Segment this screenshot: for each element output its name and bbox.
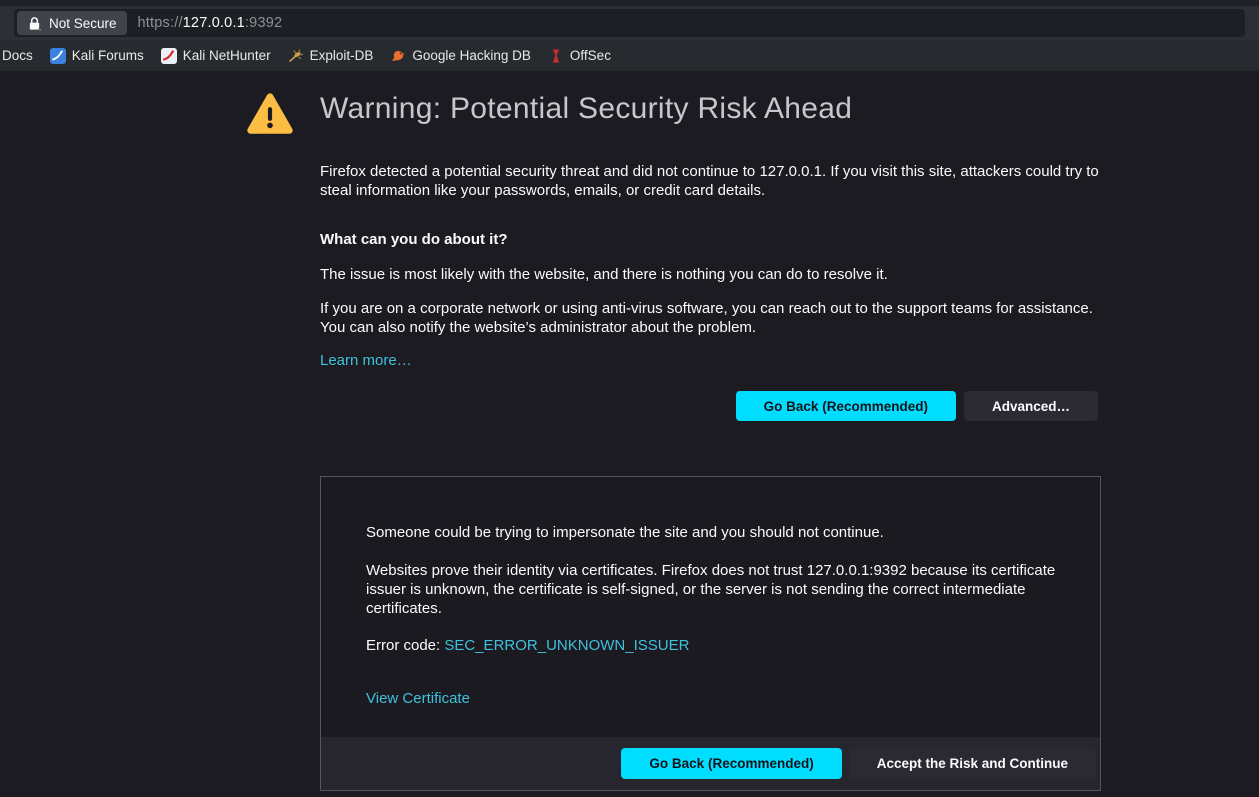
navigation-toolbar: Not Secure https://127.0.0.1:9392 <box>0 6 1259 40</box>
kali-nethunter-icon <box>160 47 177 64</box>
error-code-row: Error code: SEC_ERROR_UNKNOWN_ISSUER <box>366 637 689 654</box>
what-can-you-do-heading: What can you do about it? <box>320 231 508 248</box>
advanced-panel: Someone could be trying to impersonate t… <box>320 476 1101 791</box>
identity-label: Not Secure <box>49 15 117 31</box>
url-port: :9392 <box>244 15 283 31</box>
intro-text: Firefox detected a potential security th… <box>320 163 1099 199</box>
accept-risk-button[interactable]: Accept the Risk and Continue <box>848 748 1096 779</box>
bookmark-label: Kali NetHunter <box>182 48 271 63</box>
bookmark-kali-forums[interactable]: Kali Forums <box>49 47 144 64</box>
bookmark-label: Docs <box>2 48 33 63</box>
url-scheme: https:// <box>137 15 183 31</box>
bookmark-docs[interactable]: Docs <box>2 48 33 63</box>
bookmark-label: Exploit-DB <box>309 48 374 63</box>
bookmark-label: OffSec <box>569 48 611 63</box>
warning-triangle-icon <box>245 90 295 140</box>
bookmark-label: Kali Forums <box>71 48 144 63</box>
go-back-button[interactable]: Go Back (Recommended) <box>735 391 956 421</box>
corporate-network-text: If you are on a corporate network or usi… <box>320 300 1093 336</box>
url-text: https://127.0.0.1:9392 <box>138 15 283 31</box>
bookmark-exploit-db[interactable]: Exploit-DB <box>288 48 374 64</box>
primary-button-row: Go Back (Recommended) Advanced… <box>320 391 1098 421</box>
bookmarks-toolbar: Docs Kali Forums Kali NetHunter Exploit-… <box>0 40 1259 72</box>
google-hacking-db-icon <box>390 48 406 64</box>
url-host: 127.0.0.1 <box>182 15 245 31</box>
site-identity-chip[interactable]: Not Secure <box>17 11 127 35</box>
error-code-link[interactable]: SEC_ERROR_UNKNOWN_ISSUER <box>444 637 689 654</box>
error-page: Warning: Potential Security Risk Ahead F… <box>0 72 1259 797</box>
issue-text: The issue is most likely with the websit… <box>320 266 888 283</box>
bookmark-label: Google Hacking DB <box>412 48 531 63</box>
bookmark-kali-nethunter[interactable]: Kali NetHunter <box>160 47 271 64</box>
view-certificate-link[interactable]: View Certificate <box>366 690 470 707</box>
insecure-lock-icon <box>27 16 42 31</box>
advanced-panel-footer: Go Back (Recommended) Accept the Risk an… <box>321 737 1100 790</box>
error-code-label: Error code: <box>366 637 445 654</box>
go-back-footer-button[interactable]: Go Back (Recommended) <box>621 748 842 779</box>
advanced-button[interactable]: Advanced… <box>963 391 1098 421</box>
page-title: Warning: Potential Security Risk Ahead <box>320 92 853 125</box>
exploit-db-icon <box>288 48 304 64</box>
url-input[interactable]: Not Secure https://127.0.0.1:9392 <box>14 9 1245 37</box>
learn-more-link[interactable]: Learn more… <box>320 352 412 369</box>
certificates-text: Websites prove their identity via certif… <box>366 562 1056 617</box>
kali-forums-icon <box>49 47 66 64</box>
bookmark-google-hacking-db[interactable]: Google Hacking DB <box>390 48 531 64</box>
offsec-icon <box>548 48 564 64</box>
bookmark-offsec[interactable]: OffSec <box>548 48 611 64</box>
impersonate-text: Someone could be trying to impersonate t… <box>366 524 884 541</box>
